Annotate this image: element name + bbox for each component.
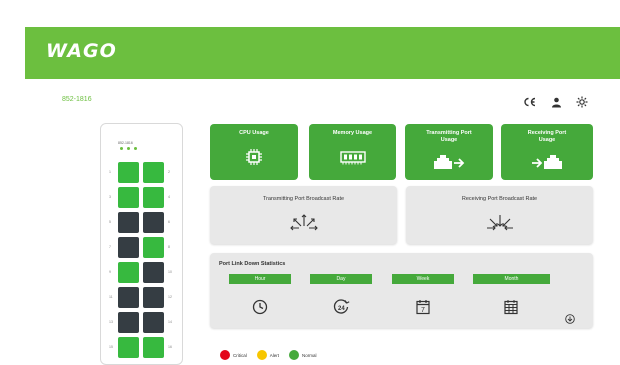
day-24-icon[interactable]: 24 bbox=[333, 299, 351, 320]
port-7[interactable] bbox=[118, 237, 139, 258]
legend-normal: Normal bbox=[289, 350, 317, 360]
clock-icon[interactable] bbox=[252, 299, 268, 320]
panel-model-label: 852-1816 bbox=[118, 141, 133, 145]
port-number-label: 7 bbox=[109, 245, 111, 249]
port-number-label: 9 bbox=[109, 270, 111, 274]
port-1[interactable] bbox=[118, 162, 139, 183]
port-number-label: 10 bbox=[168, 270, 172, 274]
port-5[interactable] bbox=[118, 212, 139, 233]
settings-icon[interactable] bbox=[574, 95, 590, 109]
broadcast-out-icon bbox=[288, 212, 320, 237]
alert-dot-icon bbox=[256, 350, 267, 360]
transmitting-broadcast-rate-tile[interactable]: Transmitting Port Broadcast Rate bbox=[210, 186, 397, 244]
cpu-usage-title: CPU Usage bbox=[239, 130, 269, 136]
week-icon-label: 7 bbox=[421, 307, 425, 314]
user-icon[interactable] bbox=[548, 95, 564, 109]
memory-usage-title: Memory Usage bbox=[332, 130, 373, 136]
transmitting-broadcast-rate-title: Transmitting Port Broadcast Rate bbox=[262, 196, 345, 202]
normal-dot-icon bbox=[289, 350, 300, 360]
period-month-button[interactable]: Month bbox=[473, 274, 550, 284]
ce-mark-icon bbox=[522, 95, 538, 109]
port-number-label: 3 bbox=[109, 195, 111, 199]
port-11[interactable] bbox=[118, 287, 139, 308]
port-number-label: 12 bbox=[168, 295, 172, 299]
port-10[interactable] bbox=[143, 262, 164, 283]
port-number-label: 16 bbox=[168, 345, 172, 349]
header-bar: WAGO bbox=[25, 27, 620, 79]
period-week-button[interactable]: Week bbox=[392, 274, 454, 284]
status-legend: Critical Alert Normal bbox=[220, 350, 317, 360]
header-icons bbox=[522, 95, 590, 109]
port-8[interactable] bbox=[143, 237, 164, 258]
port-9[interactable] bbox=[118, 262, 139, 283]
cpu-chip-icon bbox=[244, 147, 264, 172]
receiving-port-usage-tile[interactable]: Receiving Port Usage bbox=[501, 124, 593, 180]
legend-critical-label: Critical bbox=[233, 352, 247, 358]
port-2[interactable] bbox=[143, 162, 164, 183]
port-14[interactable] bbox=[143, 312, 164, 333]
broadcast-in-icon bbox=[484, 212, 516, 237]
port-number-label: 13 bbox=[109, 320, 113, 324]
transmitting-port-usage-title: Transmitting Port Usage bbox=[426, 130, 472, 143]
day-icon-label: 24 bbox=[338, 306, 345, 312]
port-link-down-statistics-panel: Port Link Down Statistics Hour Day Week … bbox=[210, 253, 593, 328]
legend-alert: Alert bbox=[256, 350, 280, 360]
port-15[interactable] bbox=[118, 337, 139, 358]
switch-front-panel: 852-1816 1 2 3 4 5 6 7 8 9 10 11 12 13 14 15 16 bbox=[100, 123, 183, 365]
port-3[interactable] bbox=[118, 187, 139, 208]
legend-normal-label: Normal bbox=[302, 352, 317, 358]
port-number-label: 8 bbox=[168, 245, 170, 249]
port-4[interactable] bbox=[143, 187, 164, 208]
port-number-label: 11 bbox=[109, 295, 113, 299]
period-hour-button[interactable]: Hour bbox=[229, 274, 291, 284]
port-12[interactable] bbox=[143, 287, 164, 308]
port-receive-icon bbox=[531, 154, 563, 175]
memory-module-icon bbox=[339, 151, 366, 170]
receiving-broadcast-rate-tile[interactable]: Receiving Port Broadcast Rate bbox=[406, 186, 593, 244]
device-model-label: 852-1816 bbox=[62, 96, 92, 103]
receiving-port-usage-title: Receiving Port Usage bbox=[527, 130, 567, 143]
panel-status-leds bbox=[120, 147, 137, 150]
critical-dot-icon bbox=[220, 350, 230, 360]
port-link-down-title: Port Link Down Statistics bbox=[219, 261, 286, 267]
port-number-label: 6 bbox=[168, 220, 170, 224]
port-6[interactable] bbox=[143, 212, 164, 233]
scroll-down-icon[interactable] bbox=[565, 311, 575, 329]
receiving-broadcast-rate-title: Receiving Port Broadcast Rate bbox=[461, 196, 538, 202]
port-number-label: 15 bbox=[109, 345, 113, 349]
brand-logo: WAGO bbox=[46, 40, 117, 62]
port-transmit-icon bbox=[433, 154, 465, 175]
period-day-button[interactable]: Day bbox=[310, 274, 372, 284]
memory-usage-tile[interactable]: Memory Usage bbox=[309, 124, 396, 180]
port-number-label: 2 bbox=[168, 170, 170, 174]
legend-critical: Critical bbox=[220, 350, 247, 360]
legend-alert-label: Alert bbox=[269, 352, 280, 358]
month-calendar-icon[interactable] bbox=[503, 299, 519, 320]
transmitting-port-usage-tile[interactable]: Transmitting Port Usage bbox=[405, 124, 493, 180]
port-16[interactable] bbox=[143, 337, 164, 358]
port-13[interactable] bbox=[118, 312, 139, 333]
port-number-label: 1 bbox=[109, 170, 111, 174]
week-calendar-icon[interactable]: 7 bbox=[415, 299, 431, 320]
port-number-label: 14 bbox=[168, 320, 172, 324]
port-number-label: 5 bbox=[109, 220, 111, 224]
cpu-usage-tile[interactable]: CPU Usage bbox=[210, 124, 298, 180]
port-number-label: 4 bbox=[168, 195, 170, 199]
